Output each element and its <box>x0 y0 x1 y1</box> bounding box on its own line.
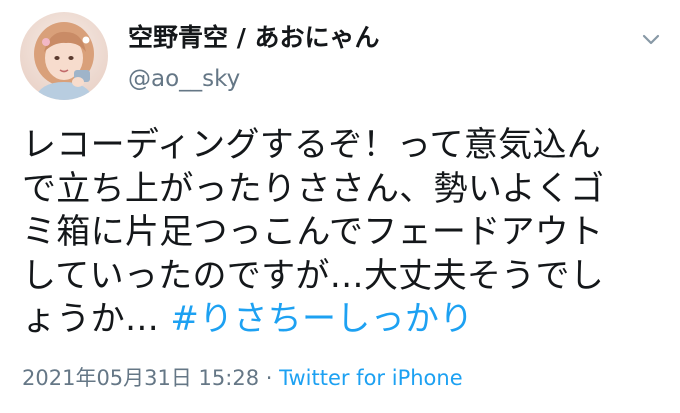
tweet-card: 空野青空 / あおにゃん @ao__sky レコーディングするぞ！って意気込ん … <box>0 0 680 413</box>
display-name[interactable]: 空野青空 / あおにゃん <box>128 22 380 54</box>
tweet-text: レコーディングするぞ！って意気込ん で立ち上がったりささん、勢いよくゴ ミ箱に片… <box>22 124 662 342</box>
hashtag-link[interactable]: #りさちーしっかり <box>170 299 473 339</box>
user-handle[interactable]: @ao__sky <box>128 64 240 94</box>
tweet-text-line: レコーディングするぞ！って意気込ん <box>22 125 602 165</box>
tweet-text-line: していったのですが…大丈夫そうでし <box>22 255 605 296</box>
source-link[interactable]: Twitter for iPhone <box>279 366 463 390</box>
meta-separator: · <box>259 366 280 390</box>
tweet-timestamp[interactable]: 2021年05月31日 15:28 <box>22 366 259 390</box>
tweet-text-line-last: ょうか… #りさちーしっかり <box>22 298 662 342</box>
chevron-down-icon[interactable] <box>634 26 668 54</box>
tweet-text-line: ミ箱に片足つっこんでフェードアウト <box>22 212 604 252</box>
avatar[interactable] <box>20 12 108 100</box>
tweet-metadata: 2021年05月31日 15:28 · Twitter for iPhone <box>22 363 463 393</box>
tweet-text-line: で立ち上がったりささん、勢いよくゴ <box>22 168 605 209</box>
tweet-text-fragment: ょうか… <box>22 299 171 339</box>
profile-photo <box>20 12 108 100</box>
